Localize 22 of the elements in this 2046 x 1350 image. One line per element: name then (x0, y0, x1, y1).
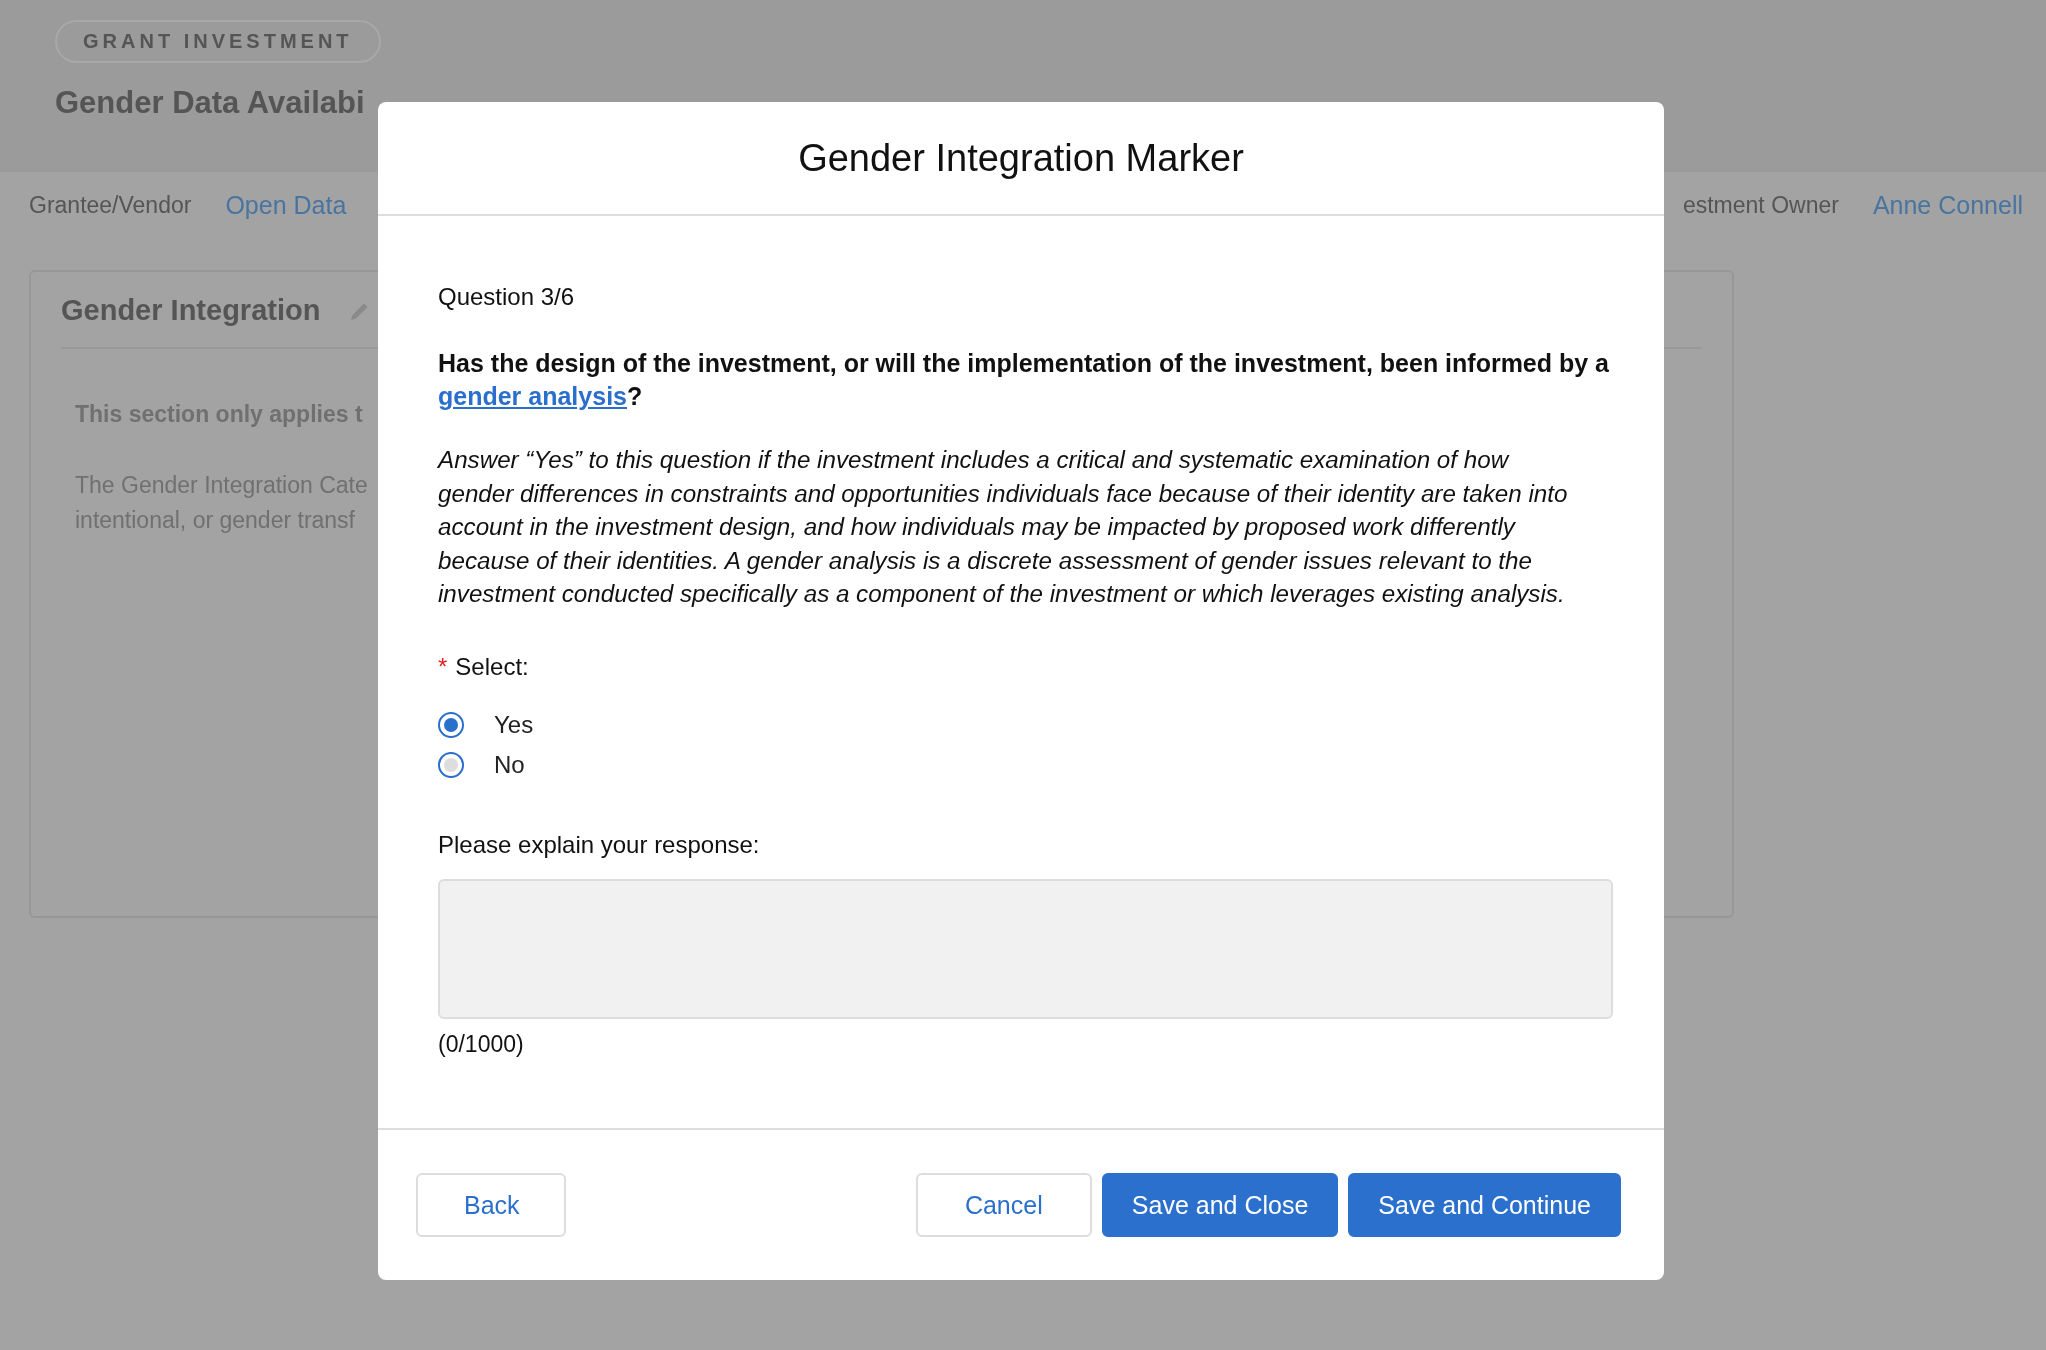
page-title: Gender Data Availabi (55, 85, 365, 121)
primary-button[interactable]: Save and Close (1101, 1173, 1339, 1237)
radio-button[interactable] (438, 751, 464, 778)
section-title: Gender Integration (61, 294, 321, 327)
primary-button[interactable]: Save and Continue (1348, 1173, 1621, 1237)
modal-title: Gender Integration Marker (798, 136, 1244, 180)
gender-analysis-link[interactable]: gender analysis (438, 382, 627, 410)
radio-label: No (494, 750, 525, 779)
question-text: Has the design of the investment, or will the implementation of the investment, been informed by a gender analysis? (438, 348, 1610, 412)
radio-button[interactable] (438, 711, 464, 738)
radio-label: Yes (494, 710, 534, 739)
secondary-button[interactable]: Back (416, 1173, 566, 1237)
required-asterisk: * (438, 652, 448, 681)
record-type-badge: GRANT INVESTMENT (55, 20, 381, 63)
character-counter: (0/1000) (438, 1030, 524, 1058)
select-label: Select: (455, 652, 529, 681)
question-number: Question 3/6 (438, 283, 575, 311)
field-label: estment Owner (1682, 191, 1839, 219)
explain-label: Please explain your response: (438, 830, 760, 859)
secondary-button[interactable]: Cancel (915, 1173, 1092, 1237)
field-label: Grantee/Vendor (29, 191, 192, 219)
question-description: Answer “Yes” to this question if the investment includes a critical and systematic examination of how gender differences in constraints and opportunities individuals face because of their identity are taken into account in the investment design, and how individuals may be impacted by proposed work differently because of their identities. A gender analysis is a discrete assessment of gender issues relevant to the investment conducted specifically as a component of the investment or which leverages existing analysis. (438, 445, 1569, 609)
